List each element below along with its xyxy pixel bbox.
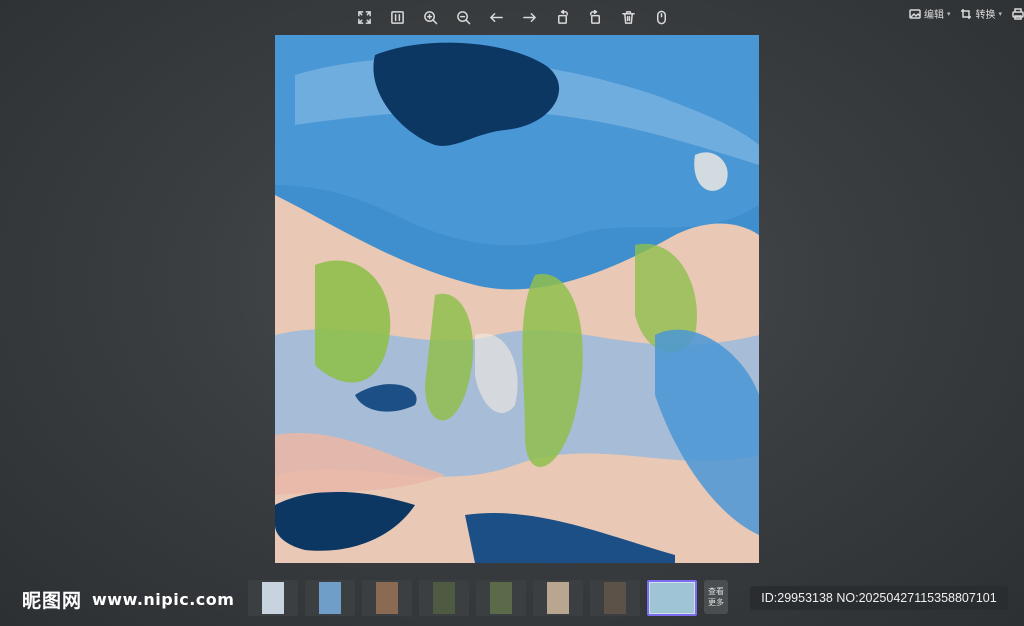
next-button[interactable]: [517, 5, 541, 29]
thumbnail-image: [433, 582, 455, 614]
view-more-label-2: 更多: [708, 598, 724, 607]
crop-icon: [961, 8, 972, 19]
thumbnail[interactable]: [476, 580, 526, 616]
trash-icon: [621, 10, 635, 24]
main-image: [275, 35, 759, 563]
abstract-painting: [275, 35, 759, 563]
chevron-down-icon: ▾: [998, 10, 1002, 18]
site-url: www.nipic.com: [92, 590, 235, 609]
mouse-icon: [656, 10, 666, 24]
thumbnail-selected[interactable]: [647, 580, 697, 616]
thumbnail[interactable]: [305, 580, 355, 616]
image-id-text: ID:29953138 NO:20250427115358807101: [761, 591, 997, 605]
zoom-in-button[interactable]: [418, 5, 442, 29]
rotate-right-icon: [589, 9, 600, 24]
chevron-down-icon: ▾: [946, 10, 951, 18]
zoom-out-icon: [456, 10, 470, 24]
site-watermark: 昵图网 www.nipic.com: [22, 586, 234, 613]
fullscreen-icon: [357, 10, 371, 24]
rotate-right-button[interactable]: [583, 5, 607, 29]
viewer-toolbar: [352, 4, 673, 30]
convert-menu[interactable]: 转换 ▾: [960, 6, 1002, 21]
thumbnail[interactable]: [590, 580, 640, 616]
thumbnail-strip: 查看 更多: [248, 580, 728, 616]
convert-label: 转换: [975, 10, 996, 21]
rotate-left-button[interactable]: [550, 5, 574, 29]
fit-window-button[interactable]: [385, 5, 409, 29]
previous-button[interactable]: [484, 5, 508, 29]
thumbnail-image: [262, 582, 284, 614]
thumbnail-image: [604, 582, 626, 614]
delete-button[interactable]: [616, 5, 640, 29]
edit-menu[interactable]: 编辑 ▾: [909, 6, 951, 21]
view-more-button[interactable]: 查看 更多: [704, 580, 728, 614]
fit-window-icon: [390, 10, 404, 24]
thumbnail-image: [319, 582, 341, 614]
printer-icon: [1012, 7, 1024, 20]
thumbnail-image: [547, 582, 569, 614]
thumbnail[interactable]: [248, 580, 298, 616]
thumbnail-image: [376, 582, 398, 614]
thumbnail-image: [650, 583, 694, 613]
zoom-out-button[interactable]: [451, 5, 475, 29]
rotate-left-icon: [557, 9, 568, 24]
site-logo-text: 昵图网: [22, 590, 83, 612]
view-more-label-1: 查看: [708, 587, 724, 596]
zoom-in-icon: [423, 10, 437, 24]
thumbnail[interactable]: [419, 580, 469, 616]
image-edit-icon: [909, 8, 921, 19]
edit-label: 编辑: [923, 10, 944, 21]
arrow-right-icon: [522, 12, 536, 22]
image-id-bar: ID:29953138 NO:20250427115358807101: [750, 586, 1008, 610]
mouse-mode-button[interactable]: [649, 5, 673, 29]
thumbnail[interactable]: [362, 580, 412, 616]
right-toolbar: 编辑 ▾ 转换 ▾: [909, 6, 1024, 21]
fullscreen-button[interactable]: [352, 5, 376, 29]
thumbnail[interactable]: [533, 580, 583, 616]
print-button[interactable]: [1012, 7, 1024, 20]
thumbnail-image: [490, 582, 512, 614]
arrow-left-icon: [489, 12, 503, 22]
